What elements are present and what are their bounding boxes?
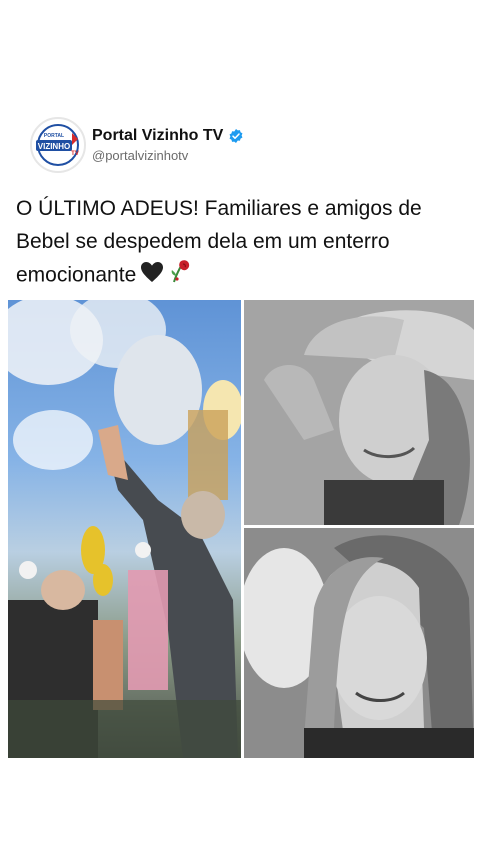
woman-in-hat-bw-photo-illustration: [244, 300, 474, 525]
author-names: Portal Vizinho TV @portalvizinhotv: [92, 127, 244, 163]
portal-vizinho-logo-icon: VIZINHO PORTAL TV: [36, 124, 79, 166]
black-heart-icon: [140, 260, 164, 293]
author-handle[interactable]: @portalvizinhotv: [92, 148, 244, 163]
logo-tv-text: TV: [71, 151, 79, 157]
verified-badge-icon: [229, 129, 243, 143]
funeral-balloons-photo-illustration: [8, 300, 241, 758]
post-text: O ÚLTIMO ADEUS! Familiares e amigos de B…: [16, 192, 466, 294]
author-name-row: Portal Vizinho TV: [92, 127, 244, 145]
wilted-rose-icon: [168, 258, 192, 294]
woman-in-hat-bw-photo[interactable]: [244, 300, 474, 525]
media-grid[interactable]: [8, 300, 474, 758]
funeral-balloons-photo[interactable]: [8, 300, 241, 758]
author-display-name[interactable]: Portal Vizinho TV: [92, 127, 223, 145]
post-text-body: O ÚLTIMO ADEUS! Familiares e amigos de B…: [16, 197, 422, 287]
logo-main-text: VIZINHO: [38, 142, 70, 151]
woman-smiling-bw-photo[interactable]: [244, 528, 474, 758]
woman-smiling-bw-photo-illustration: [244, 528, 474, 758]
logo-top-text: PORTAL: [44, 133, 64, 139]
post-header: VIZINHO PORTAL TV Portal Vizinho TV @por…: [30, 117, 244, 173]
author-avatar[interactable]: VIZINHO PORTAL TV: [30, 117, 86, 173]
